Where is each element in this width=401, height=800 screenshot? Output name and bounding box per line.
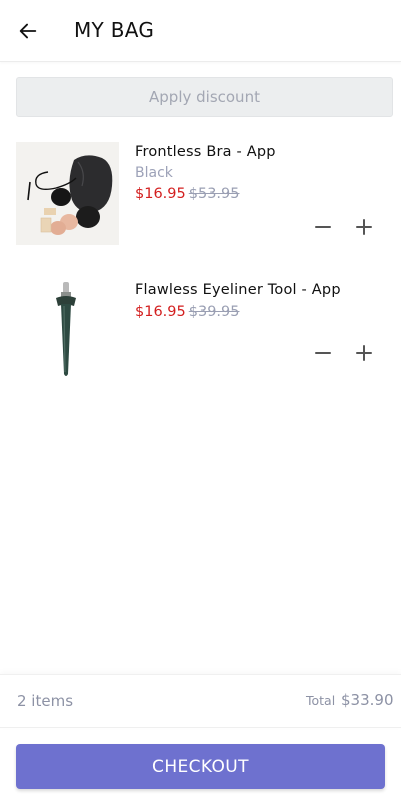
divider [0, 727, 401, 728]
frontless-bra-product-image [16, 142, 119, 245]
apply-discount-button[interactable]: Apply discount [16, 77, 393, 117]
price-row: $16.95 $53.95 [135, 186, 240, 202]
bag-screen: MY BAG Apply discount Frontless Bra - Ap… [0, 0, 401, 800]
total-value: $33.90 [341, 691, 394, 709]
cart-item: Frontless Bra - App Black $16.95 $53.95 [0, 142, 401, 252]
total-label: Total [306, 693, 336, 708]
decrease-quantity-button[interactable] [310, 340, 336, 366]
plus-icon [356, 345, 372, 361]
eyeliner-tool-product-image [16, 280, 119, 383]
sale-price: $16.95 [135, 186, 186, 202]
increase-quantity-button[interactable] [351, 214, 377, 240]
product-image[interactable] [16, 280, 119, 383]
minus-icon [315, 226, 331, 228]
top-app-bar: MY BAG [0, 0, 401, 62]
original-price: $53.95 [188, 186, 240, 202]
product-image[interactable] [16, 142, 119, 245]
cart-item: Flawless Eyeliner Tool - App $16.95 $39.9… [0, 280, 401, 390]
increase-quantity-button[interactable] [351, 340, 377, 366]
checkout-button[interactable]: CHECKOUT [16, 744, 385, 789]
arrow-left-icon [19, 23, 37, 39]
original-price: $39.95 [188, 304, 240, 320]
sale-price: $16.95 [135, 304, 186, 320]
product-variant: Black [135, 165, 173, 181]
product-name[interactable]: Flawless Eyeliner Tool - App [135, 282, 341, 298]
product-name[interactable]: Frontless Bra - App [135, 144, 276, 160]
items-count: 2 items [17, 692, 74, 710]
decrease-quantity-button[interactable] [310, 214, 336, 240]
plus-icon [356, 219, 372, 235]
back-button[interactable] [14, 17, 42, 45]
order-summary: 2 items Total $33.90 [0, 674, 401, 728]
page-title: MY BAG [74, 18, 155, 42]
price-row: $16.95 $39.95 [135, 304, 240, 320]
minus-icon [315, 352, 331, 354]
